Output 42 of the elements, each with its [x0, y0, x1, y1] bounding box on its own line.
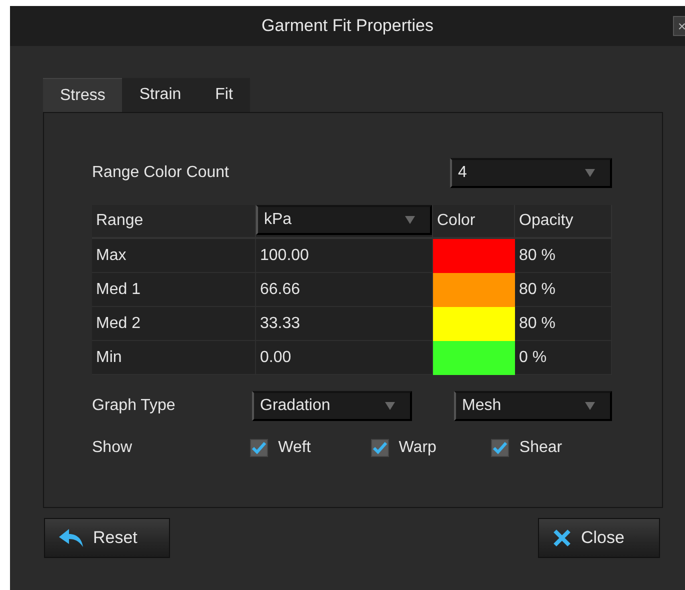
reset-button[interactable]: Reset: [44, 518, 170, 558]
table-cell[interactable]: 80 %: [515, 307, 612, 341]
field-label: Range Color Count: [92, 164, 229, 182]
column-header: Range: [92, 205, 256, 239]
check-icon: [252, 442, 266, 454]
table-cell[interactable]: 80 %: [515, 239, 612, 273]
color-swatch[interactable]: [433, 273, 515, 307]
color-swatch[interactable]: [433, 239, 515, 273]
checkbox-box[interactable]: [370, 439, 389, 457]
table-cell[interactable]: 80 %: [515, 273, 612, 307]
table-cell[interactable]: 0 %: [515, 341, 612, 375]
tab[interactable]: Stress: [43, 78, 122, 112]
dropdown[interactable]: Mesh: [454, 391, 612, 421]
dropdown-arrow-icon: [385, 402, 395, 410]
dropdown[interactable]: Gradation: [252, 391, 412, 421]
field-label: Show: [92, 439, 134, 457]
close-icon: [553, 529, 571, 547]
close-button[interactable]: ×: [673, 16, 685, 36]
checkbox[interactable]: Warp: [370, 439, 492, 457]
table-cell: Med 1: [92, 273, 256, 307]
checkbox-box[interactable]: [250, 439, 268, 457]
check-icon: [493, 442, 508, 454]
color-swatch[interactable]: [433, 307, 515, 341]
table-cell: Med 2: [92, 307, 256, 341]
dropdown[interactable]: kPa: [256, 205, 432, 235]
table-cell: Min: [92, 341, 256, 375]
dropdown-arrow-icon: [405, 216, 415, 224]
color-swatch[interactable]: [433, 341, 515, 375]
dropdown[interactable]: 4: [450, 158, 612, 188]
column-header: Color: [433, 205, 515, 239]
dropdown-arrow-icon: [585, 402, 595, 410]
checkbox-box[interactable]: [491, 439, 510, 457]
table-cell: Max: [92, 239, 256, 273]
close-button[interactable]: Close: [538, 518, 660, 558]
dropdown-arrow-icon: [585, 169, 595, 177]
checkbox[interactable]: Shear: [491, 439, 612, 457]
undo-arrow-icon: [59, 529, 83, 547]
checkbox[interactable]: Weft: [250, 439, 371, 457]
column-header: Opacity: [515, 205, 612, 239]
window-title: Garment Fit Properties: [262, 16, 434, 36]
field-label: Graph Type: [92, 397, 176, 415]
check-icon: [372, 442, 387, 454]
